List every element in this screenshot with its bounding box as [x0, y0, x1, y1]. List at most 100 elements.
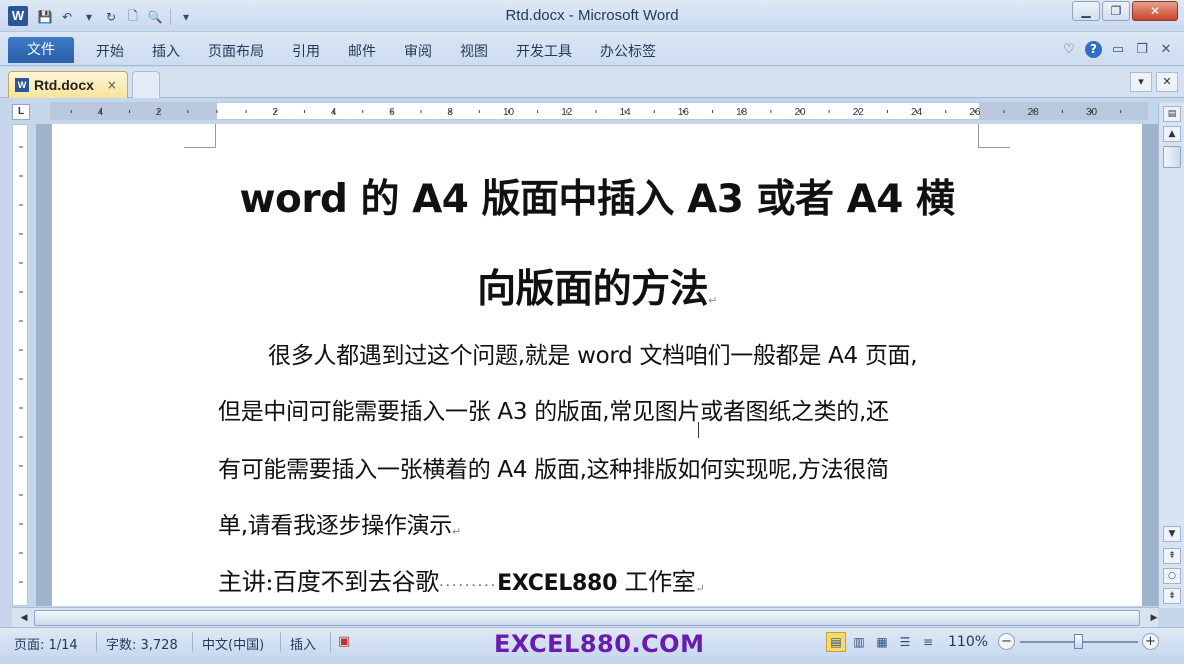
document-title-line-2: 向版面的方法↵	[182, 258, 1012, 314]
presenter-brand: EXCEL880	[497, 571, 618, 596]
ruler-number: 12	[561, 107, 573, 118]
zoom-out-icon[interactable]: −	[998, 633, 1015, 650]
presenter-suffix: 工作室	[617, 568, 696, 596]
paragraph-mark: ↵	[708, 294, 717, 307]
doc-restore-icon[interactable]: ❐	[1134, 42, 1150, 57]
tab-office-tab[interactable]: 办公标签	[586, 41, 670, 61]
presenter-prefix: 主讲:百度不到去谷歌	[218, 568, 440, 596]
scroll-down-icon[interactable]: ▼	[1163, 526, 1181, 542]
doc-close-icon[interactable]: ✕	[1158, 42, 1174, 57]
body-line-4-text: 单,请看我逐步操作演示	[218, 513, 453, 539]
print-layout-icon[interactable]: ▤	[826, 632, 846, 652]
word-count[interactable]: 字数: 3,728	[106, 634, 178, 653]
status-bar: 页面: 1/14 字数: 3,728 中文(中国) 插入 ▣ EXCEL880.…	[0, 627, 1184, 658]
body-line-1: 很多人都遇到过这个问题,就是 word 文档咱们一般都是 A4 页面,	[268, 343, 918, 369]
vertical-ruler[interactable]	[12, 124, 28, 606]
ruler-number: 4	[331, 107, 337, 118]
previous-page-icon[interactable]: ⇞	[1163, 548, 1181, 564]
paragraph-mark: ↵	[695, 582, 705, 595]
minimize-button[interactable]: ▁	[1072, 1, 1100, 21]
tab-review[interactable]: 审阅	[390, 41, 446, 61]
vertical-scroll-thumb[interactable]	[1163, 146, 1181, 168]
status-divider	[192, 632, 193, 652]
close-button[interactable]: ✕	[1132, 1, 1178, 21]
body-line-3: 有可能需要插入一张横着的 A4 版面,这种排版如何实现呢,方法很简	[218, 457, 889, 483]
tab-strip-controls: ▾ ✕	[1130, 72, 1178, 92]
ruler-number: 28	[1028, 107, 1040, 118]
draft-view-icon[interactable]: ≡	[918, 632, 938, 652]
tab-strip-close-icon[interactable]: ✕	[1156, 72, 1178, 92]
status-divider	[280, 632, 281, 652]
ruler-number: 18	[736, 107, 748, 118]
minimize-ribbon-icon[interactable]: ♡	[1061, 42, 1077, 57]
outline-view-icon[interactable]: ☰	[895, 632, 915, 652]
browse-object-icon[interactable]: ○	[1163, 568, 1181, 584]
help-icon[interactable]: ?	[1085, 41, 1102, 58]
tab-stop-selector[interactable]: L	[12, 104, 30, 120]
vertical-scrollbar[interactable]: ▤ ▲ ▼ ⇞ ○ ⇟	[1158, 102, 1184, 608]
title-bar: W 💾 ↶ ▾ ↻ 🗋 🔍 ▾ Rtd.docx - Microsoft Wor…	[0, 0, 1184, 32]
next-page-icon[interactable]: ⇟	[1163, 588, 1181, 604]
restore-button[interactable]: ❐	[1102, 1, 1130, 21]
ruler-number: 22	[853, 107, 865, 118]
web-layout-icon[interactable]: ▦	[872, 632, 892, 652]
ruler-number: 16	[678, 107, 690, 118]
ruler-number: 10	[503, 107, 515, 118]
tab-view[interactable]: 视图	[446, 41, 502, 61]
scroll-left-icon[interactable]: ◀	[16, 610, 32, 626]
view-buttons: ▤ ▥ ▦ ☰ ≡	[826, 632, 938, 652]
title-line-2-text: 向版面的方法	[477, 267, 709, 312]
zoom-slider-thumb[interactable]	[1074, 634, 1083, 649]
zoom-level[interactable]: 110%	[948, 634, 988, 650]
horizontal-scrollbar[interactable]: ◀ ▶	[12, 607, 1158, 627]
document-area: word 的 A4 版面中插入 A3 或者 A4 横 向版面的方法↵ 很多人都遇…	[36, 124, 1158, 606]
insert-mode-indicator[interactable]: 插入	[290, 634, 316, 653]
tab-file[interactable]: 文件	[8, 37, 74, 63]
ruler-number: 2	[156, 107, 162, 118]
horizontal-ruler[interactable]: 4 2 2 4 6 8 10 12 14 16 18 20 22 24 26 28 30	[50, 102, 1148, 120]
ruler-number: 26	[969, 107, 981, 118]
window-controls: ▁ ❐ ✕	[1072, 1, 1178, 21]
ruler-number: 24	[911, 107, 923, 118]
ribbon-tabs: 开始 插入 页面布局 引用 邮件 审阅 视图 开发工具 办公标签	[82, 41, 670, 61]
close-tab-icon[interactable]: ×	[107, 78, 117, 92]
full-screen-reading-icon[interactable]: ▥	[849, 632, 869, 652]
new-tab-button[interactable]	[132, 71, 160, 98]
crop-mark-right	[978, 124, 1010, 148]
text-cursor-ibeam	[698, 422, 704, 438]
ruler-ticks: 4 2 2 4 6 8 10 12 14 16 18 20 22 24 26 28 30	[70, 107, 1122, 118]
page-count[interactable]: 页面: 1/14	[14, 634, 78, 653]
tab-page-layout[interactable]: 页面布局	[194, 41, 278, 61]
ruler-number: 14	[620, 107, 632, 118]
ruler-number: 8	[447, 107, 453, 118]
zoom-in-icon[interactable]: +	[1142, 633, 1159, 650]
ruler-number: 6	[389, 107, 395, 118]
document-tab-label: Rtd.docx	[34, 77, 94, 93]
tab-insert[interactable]: 插入	[138, 41, 194, 61]
body-line-2: 但是中间可能需要插入一张 A3 的版面,常见图片或者图纸之类的,还	[218, 399, 889, 425]
scroll-right-icon[interactable]: ▶	[1146, 610, 1162, 626]
document-tab-active[interactable]: W Rtd.docx ×	[8, 71, 128, 98]
scroll-up-icon[interactable]: ▲	[1163, 126, 1181, 142]
language-indicator[interactable]: 中文(中国)	[202, 634, 264, 653]
tab-home[interactable]: 开始	[82, 41, 138, 61]
document-page[interactable]: word 的 A4 版面中插入 A3 或者 A4 横 向版面的方法↵ 很多人都遇…	[52, 124, 1142, 606]
ruler-number: 2	[273, 107, 279, 118]
ruler-number: 20	[794, 107, 806, 118]
ribbon-right-controls: ♡ ? ▭ ❐ ✕	[1061, 41, 1174, 58]
site-watermark: EXCEL880.COM	[494, 630, 705, 658]
tab-mailings[interactable]: 邮件	[334, 41, 390, 61]
paragraph-mark: ↵	[452, 525, 461, 538]
vertical-ruler-ticks	[19, 146, 23, 583]
status-divider	[96, 632, 97, 652]
ruler-toggle-icon[interactable]: ▤	[1163, 106, 1181, 122]
tab-references[interactable]: 引用	[278, 41, 334, 61]
ruler-number: 30	[1086, 107, 1098, 118]
horizontal-scroll-thumb[interactable]	[34, 610, 1140, 626]
tab-developer[interactable]: 开发工具	[502, 41, 586, 61]
status-divider	[330, 632, 331, 652]
word-doc-icon: W	[15, 78, 29, 92]
macro-record-icon[interactable]: ▣	[338, 634, 350, 649]
doc-minimize-icon[interactable]: ▭	[1110, 42, 1126, 57]
tab-list-dropdown-icon[interactable]: ▾	[1130, 72, 1152, 92]
